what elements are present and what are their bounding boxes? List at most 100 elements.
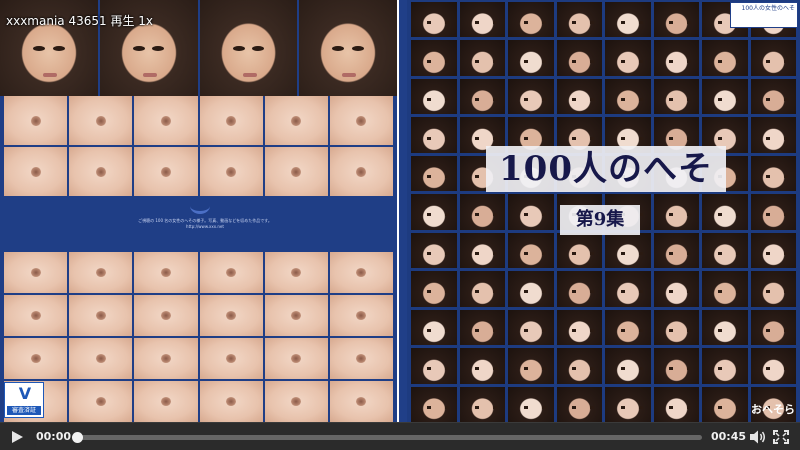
description-band: ご視聴の 100 名の女性のへその様子。写真、動画などを収めた作品です。 htt… <box>0 196 397 252</box>
navel-photo <box>134 295 198 336</box>
face-thumbnail <box>653 232 699 269</box>
navel-photo <box>134 96 198 145</box>
face-thumbnail <box>411 2 457 38</box>
navel-photo <box>199 338 263 379</box>
face-thumbnail <box>508 78 554 115</box>
navel-photo-grid-bottom <box>4 252 393 422</box>
cover-subtitle: 第9集 <box>575 209 625 230</box>
face-thumbnail <box>556 232 602 269</box>
face-thumbnail <box>411 271 457 307</box>
face-thumbnail <box>750 117 796 153</box>
navel-photo <box>264 295 328 336</box>
face-thumbnail <box>459 309 505 346</box>
face-thumbnail <box>750 348 796 384</box>
rating-badge-label: 審査済証 <box>7 406 41 415</box>
face-thumbnail <box>750 309 796 346</box>
dvd-back-cover: ご視聴の 100 名の女性のへその様子。写真、動画などを収めた作品です。 htt… <box>0 0 397 422</box>
seek-handle[interactable] <box>72 432 83 443</box>
navel-photo <box>329 147 393 196</box>
rating-badge: V 審査済証 <box>4 382 44 418</box>
navel-photo <box>69 147 133 196</box>
navel-photo <box>69 252 133 293</box>
navel-photo <box>69 338 133 379</box>
face-thumbnail <box>702 232 748 269</box>
fullscreen-button[interactable] <box>772 429 790 445</box>
face-thumbnail <box>411 117 457 153</box>
watermark-text: xxxmania 43651 再生 1x <box>6 14 153 28</box>
face-thumbnail <box>605 78 651 115</box>
face-thumbnail <box>556 78 602 115</box>
face-thumbnail <box>556 386 602 422</box>
face-thumbnail <box>653 2 699 38</box>
face-thumbnail <box>411 78 457 115</box>
navel-photo <box>199 295 263 336</box>
face-thumbnail <box>411 386 457 422</box>
volume-icon <box>750 430 765 444</box>
navel-photo <box>69 295 133 336</box>
face-thumbnail <box>508 348 554 384</box>
navel-photo <box>329 295 393 336</box>
face-thumbnail <box>508 40 554 76</box>
navel-mark-icon <box>190 198 210 214</box>
navel-photo <box>264 381 328 422</box>
navel-photo <box>264 96 328 145</box>
navel-photo <box>134 147 198 196</box>
fullscreen-icon <box>773 430 789 444</box>
face-thumbnail <box>411 232 457 269</box>
face-thumbnail <box>605 40 651 76</box>
navel-photo <box>329 252 393 293</box>
navel-photo <box>329 96 393 145</box>
face-thumbnail <box>556 40 602 76</box>
face-thumbnail <box>459 348 505 384</box>
face-photo <box>299 0 397 96</box>
navel-photo <box>4 96 68 145</box>
face-thumbnail <box>459 232 505 269</box>
navel-photo <box>134 381 198 422</box>
navel-photo <box>134 252 198 293</box>
face-thumbnail <box>653 194 699 230</box>
face-thumbnail <box>702 194 748 230</box>
face-thumbnail <box>459 78 505 115</box>
face-thumbnail <box>750 271 796 307</box>
face-thumbnail <box>653 271 699 307</box>
dvd-front-cover: 100人の女性のへそ 100人のへそ 第9集 おへそら <box>407 0 800 422</box>
play-button[interactable] <box>8 429 26 445</box>
video-player[interactable]: ご視聴の 100 名の女性のへその様子。写真、動画などを収めた作品です。 htt… <box>0 0 800 450</box>
navel-photo <box>134 338 198 379</box>
face-photo <box>199 0 298 96</box>
face-thumbnail <box>411 348 457 384</box>
navel-photo <box>69 96 133 145</box>
navel-photo <box>199 96 263 145</box>
navel-photo <box>199 381 263 422</box>
face-thumbnail <box>750 40 796 76</box>
face-thumbnail <box>459 271 505 307</box>
face-thumbnail <box>702 271 748 307</box>
seek-bar[interactable] <box>74 435 702 440</box>
navel-photo <box>264 338 328 379</box>
duration: 00:45 <box>711 430 747 443</box>
face-thumbnail <box>605 271 651 307</box>
face-thumbnail <box>702 78 748 115</box>
navel-photo <box>4 147 68 196</box>
face-thumbnail <box>653 309 699 346</box>
face-thumbnail <box>750 232 796 269</box>
face-thumbnail <box>459 194 505 230</box>
face-thumbnail <box>653 386 699 422</box>
navel-photo <box>4 252 68 293</box>
subtitle-box: 第9集 <box>560 205 640 235</box>
rating-badge-mark: V <box>18 384 32 403</box>
face-thumbnail <box>653 40 699 76</box>
face-thumbnail <box>508 194 554 230</box>
face-thumbnail <box>459 2 505 38</box>
face-thumbnail <box>750 194 796 230</box>
video-frame[interactable]: ご視聴の 100 名の女性のへその様子。写真、動画などを収めた作品です。 htt… <box>0 0 800 422</box>
face-thumbnail <box>605 348 651 384</box>
navel-photo <box>329 381 393 422</box>
face-thumbnail <box>702 386 748 422</box>
brand-logo: おへそら <box>751 403 795 416</box>
corner-label: 100人の女性のへそ <box>730 2 798 28</box>
face-thumbnail <box>556 271 602 307</box>
volume-button[interactable] <box>748 429 768 445</box>
face-thumbnail <box>411 194 457 230</box>
face-thumbnail <box>508 232 554 269</box>
